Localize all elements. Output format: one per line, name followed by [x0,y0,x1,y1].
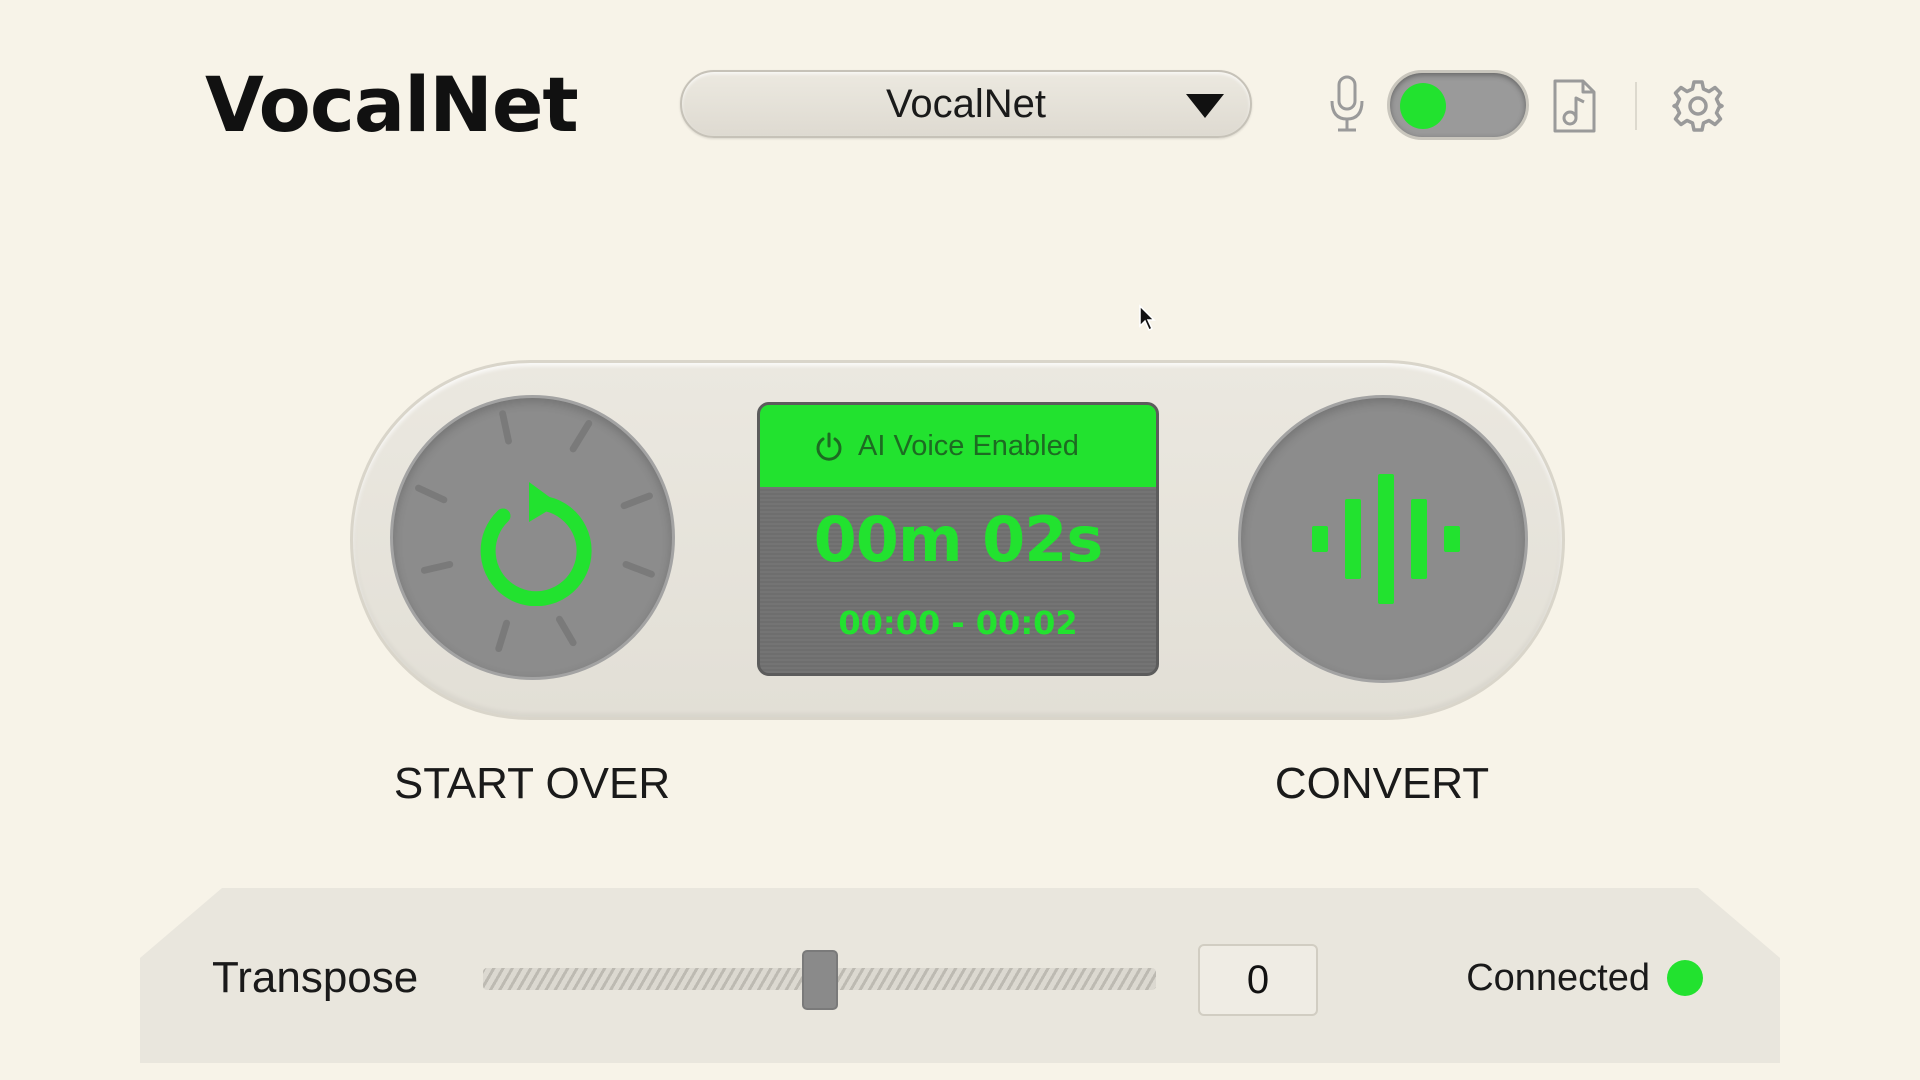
start-over-button[interactable] [390,395,675,680]
app-title: VocalNet [205,60,579,149]
transpose-slider-thumb[interactable] [801,950,838,1010]
power-icon [816,432,842,461]
ai-voice-status-bar: AI Voice Enabled [760,405,1156,487]
waveform-icon [1312,474,1460,604]
vocalnet-app: VocalNet VocalNet AI Voice Enabled 00m 0… [0,0,1920,1080]
model-select-value: VocalNet [885,82,1047,126]
ai-voice-status-label: AI Voice Enabled [858,430,1079,462]
time-range: 00:00 - 00:02 [838,604,1078,642]
elapsed-time: 00m 02s [813,503,1104,576]
transpose-label: Transpose [212,953,419,1002]
convert-button[interactable] [1238,395,1528,683]
transpose-value-field[interactable]: 0 [1198,944,1318,1016]
start-over-label: START OVER [393,759,671,808]
connection-status-dot [1667,960,1703,996]
convert-label: CONVERT [1274,759,1490,808]
microphone-icon[interactable] [1327,75,1367,133]
timer-display: AI Voice Enabled 00m 02s 00:00 - 00:02 [757,402,1159,676]
header-divider [1635,82,1637,130]
gear-icon[interactable] [1670,78,1726,134]
model-select-dropdown[interactable]: VocalNet [680,70,1252,138]
connection-status-label: Connected [1466,957,1650,999]
music-file-icon[interactable] [1551,78,1597,134]
voice-toggle[interactable] [1387,70,1529,140]
toggle-knob [1400,83,1446,129]
mouse-cursor-icon [1139,304,1156,332]
caret-down-icon [1186,94,1224,118]
restart-icon [480,482,592,606]
